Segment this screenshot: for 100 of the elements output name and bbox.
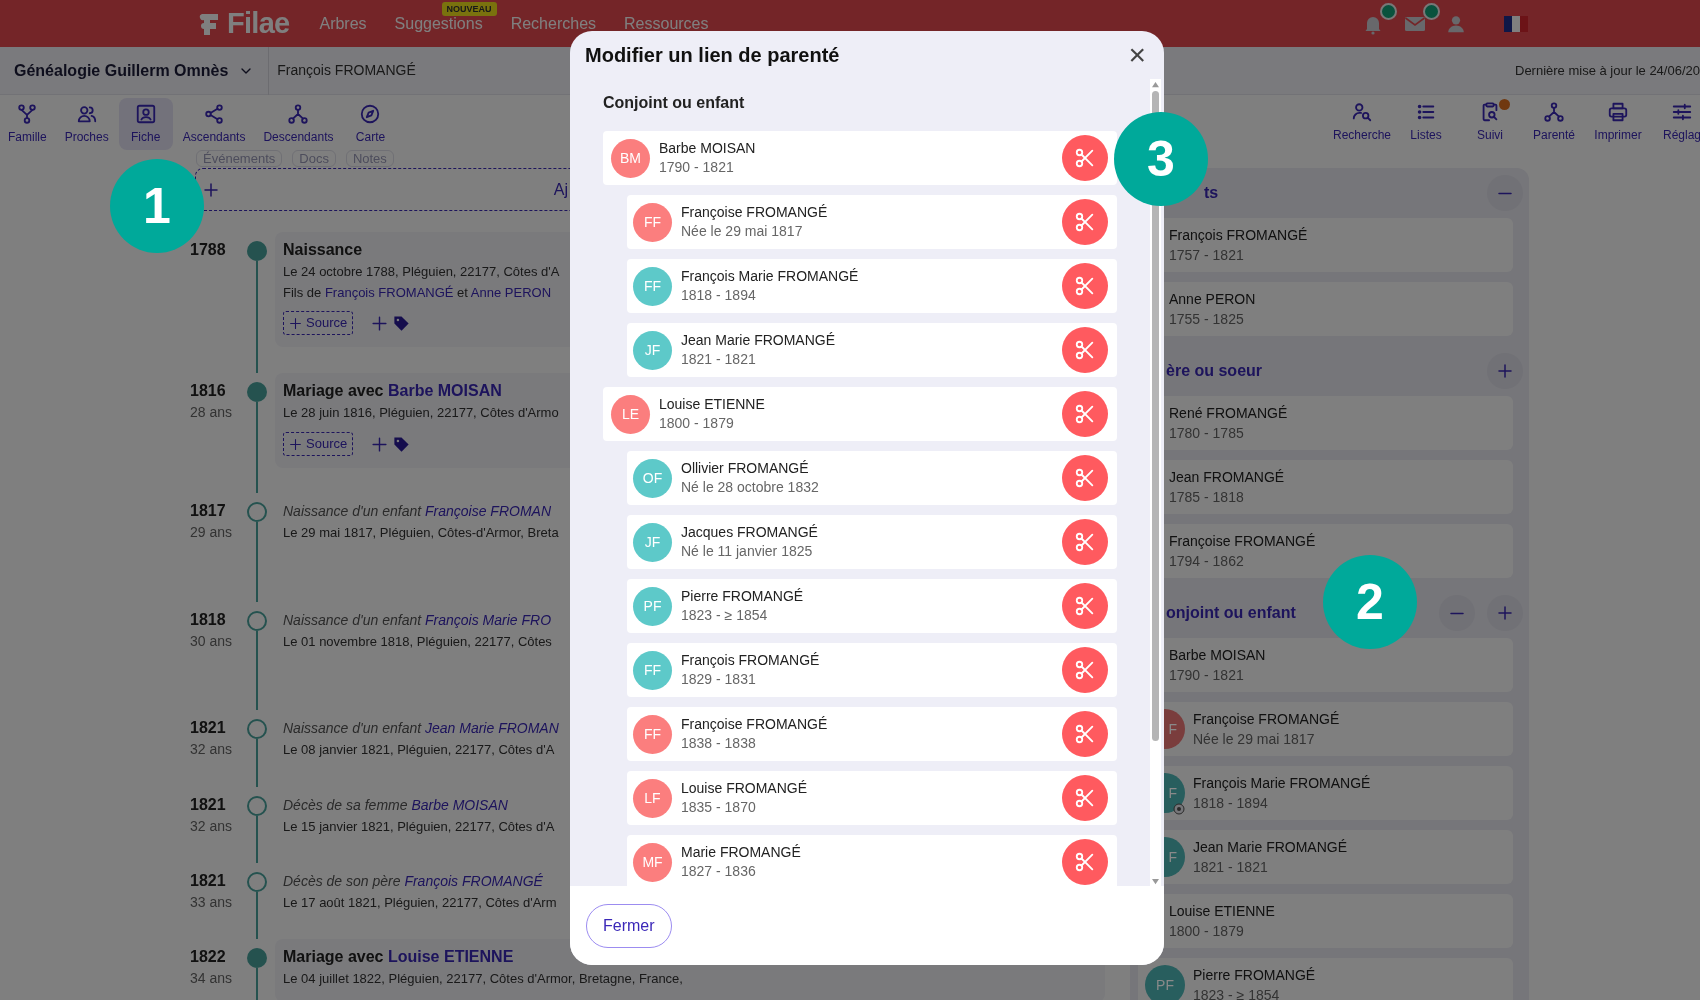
nav-link[interactable]: Recherches bbox=[510, 14, 597, 32]
plus-icon[interactable] bbox=[371, 435, 389, 453]
event-title: Naissance d'un enfant Françoise FROMAN bbox=[283, 502, 552, 521]
unlink-button[interactable] bbox=[1062, 711, 1108, 757]
unlink-button[interactable] bbox=[1062, 519, 1108, 565]
toolbar-button[interactable]: Suivi bbox=[1458, 99, 1522, 149]
person-dates: 1827 - 1836 bbox=[681, 862, 757, 881]
unlink-button[interactable] bbox=[1062, 263, 1108, 309]
relative-dates: Née le 29 mai 1817 bbox=[1193, 730, 1316, 749]
scroll-up-icon[interactable] bbox=[1151, 81, 1160, 88]
close-dialog-button[interactable]: Fermer bbox=[586, 903, 672, 948]
person-dates: 1835 - 1870 bbox=[681, 798, 757, 817]
section-title: Conjoint ou enfant bbox=[603, 93, 746, 113]
plus-icon bbox=[289, 316, 302, 330]
unlink-button[interactable] bbox=[1062, 647, 1108, 693]
new-badge: NOUVEAU bbox=[441, 1, 497, 16]
person-link[interactable]: Louise ETIENNE bbox=[387, 948, 514, 965]
person-name: François FROMANGÉ bbox=[681, 651, 820, 670]
person-link[interactable]: Jean Marie FROMAN bbox=[425, 720, 559, 736]
toolbar-button[interactable]: Recherche bbox=[1330, 99, 1394, 149]
scissors-icon bbox=[1074, 147, 1096, 169]
add-button[interactable] bbox=[1487, 353, 1523, 389]
age-label: 32 ans bbox=[190, 817, 234, 836]
relative-card[interactable]: PF Pierre FROMANGÉ 1823 - ≥ 1854 bbox=[1138, 958, 1513, 1000]
scissors-icon bbox=[1074, 211, 1096, 233]
unlink-button[interactable] bbox=[1062, 135, 1108, 181]
relative-name: Françoise FROMANGÉ bbox=[1169, 532, 1316, 551]
compass-icon bbox=[359, 102, 382, 125]
person-dates: Né le 11 janvier 1825 bbox=[681, 542, 814, 561]
unlink-button[interactable] bbox=[1062, 327, 1108, 373]
person-name: François Marie FROMANGÉ bbox=[681, 267, 859, 286]
relative-dates: 1794 - 1862 bbox=[1169, 552, 1245, 571]
avatar: JF bbox=[633, 522, 672, 562]
add-source-button[interactable]: Source bbox=[283, 432, 354, 456]
flag-icon[interactable] bbox=[1504, 15, 1528, 32]
nav-link[interactable]: Arbres bbox=[319, 14, 367, 32]
person-dates: 1838 - 1838 bbox=[681, 734, 757, 753]
person-link[interactable]: Barbe MOISAN bbox=[387, 382, 502, 399]
person-name: Jean Marie FROMANGÉ bbox=[681, 331, 836, 350]
unlink-button[interactable] bbox=[1062, 583, 1108, 629]
event-title: Naissance d'un enfant Jean Marie FROMAN bbox=[283, 719, 559, 738]
unlink-button[interactable] bbox=[1062, 839, 1108, 885]
toolbar-button[interactable]: Fiche bbox=[118, 98, 173, 150]
add-button[interactable] bbox=[1487, 595, 1523, 631]
logo-text[interactable]: Filae bbox=[227, 9, 290, 38]
tag-icon[interactable] bbox=[392, 434, 412, 454]
unlink-button[interactable] bbox=[1062, 199, 1108, 245]
unlink-button[interactable] bbox=[1062, 455, 1108, 501]
person-link[interactable]: Anne PERON bbox=[470, 285, 552, 300]
nav-link[interactable]: Ressources bbox=[624, 14, 709, 32]
toolbar-button[interactable]: Descendants bbox=[255, 98, 342, 150]
person-link[interactable]: Barbe MOISAN bbox=[411, 797, 508, 813]
relative-name: François FROMANGÉ bbox=[1169, 226, 1308, 245]
person-link[interactable]: François Marie FRO bbox=[425, 612, 552, 628]
person-link[interactable]: Françoise FROMAN bbox=[425, 503, 552, 519]
section-heading: onjoint ou enfant bbox=[1166, 603, 1296, 623]
relative-name: François Marie FROMANGÉ bbox=[1193, 774, 1371, 793]
toolbar-button[interactable]: Réglag bbox=[1650, 99, 1700, 149]
person-name: Marie FROMANGÉ bbox=[681, 843, 801, 862]
age-label: 29 ans bbox=[190, 523, 234, 542]
close-button[interactable]: × bbox=[1128, 40, 1146, 70]
toolbar-button[interactable]: Ascendants bbox=[174, 98, 254, 150]
avatar: FF bbox=[633, 650, 672, 690]
unlink-button[interactable] bbox=[1062, 391, 1108, 437]
person-name: François FROMANGÉ bbox=[277, 61, 416, 80]
tag-icon[interactable] bbox=[392, 313, 412, 333]
relative-dates: 1780 - 1785 bbox=[1169, 424, 1245, 443]
relative-name: Pierre FROMANGÉ bbox=[1193, 966, 1316, 985]
person-link[interactable]: François FROMANGÉ bbox=[404, 873, 543, 889]
nav-link[interactable]: Suggestions bbox=[394, 14, 483, 32]
toolbar-button[interactable]: Imprimer bbox=[1586, 99, 1650, 149]
avatar: LF bbox=[633, 778, 672, 818]
avatar: OF bbox=[633, 458, 672, 498]
event-year: 1822 bbox=[190, 947, 227, 967]
toolbar-button[interactable]: Carte bbox=[343, 98, 398, 150]
hierarchy-icon bbox=[1543, 101, 1565, 123]
event-title: Mariage avec Barbe MOISAN bbox=[283, 381, 502, 401]
plus-icon bbox=[289, 437, 302, 451]
person-link[interactable]: François FROMANGÉ bbox=[324, 285, 454, 300]
sliders-icon bbox=[1671, 101, 1693, 123]
toolbar-button[interactable]: Parenté bbox=[1522, 99, 1586, 149]
event-title: Décès de son père François FROMANGÉ bbox=[283, 872, 543, 891]
relative-dates: 1818 - 1894 bbox=[1193, 794, 1269, 813]
relative-dates: 1821 - 1821 bbox=[1193, 858, 1269, 877]
plus-icon[interactable] bbox=[371, 314, 389, 332]
scissors-icon bbox=[1074, 467, 1096, 489]
relative-dates: 1790 - 1821 bbox=[1169, 666, 1245, 685]
add-source-button[interactable]: Source bbox=[283, 311, 354, 335]
toolbar-button[interactable]: Famille bbox=[0, 98, 55, 150]
relative-dates: 1823 - ≥ 1854 bbox=[1193, 986, 1281, 1000]
section-heading: ère ou soeur bbox=[1166, 361, 1263, 381]
person-name: Pierre FROMANGÉ bbox=[681, 587, 804, 606]
event-details: Le 04 juillet 1822, Pléguien, 22177, Côtes d'Armor, Bretagne, France, bbox=[283, 970, 683, 988]
toolbar-button[interactable]: Listes bbox=[1394, 99, 1458, 149]
unlink-button[interactable] bbox=[1062, 775, 1108, 821]
tree-name[interactable]: Généalogie Guillerm Omnès bbox=[14, 58, 229, 83]
toolbar-button[interactable]: Proches bbox=[56, 98, 117, 150]
relative-name: René FROMANGÉ bbox=[1169, 404, 1288, 423]
plus-icon bbox=[1496, 604, 1514, 622]
printer-icon bbox=[1607, 101, 1629, 123]
